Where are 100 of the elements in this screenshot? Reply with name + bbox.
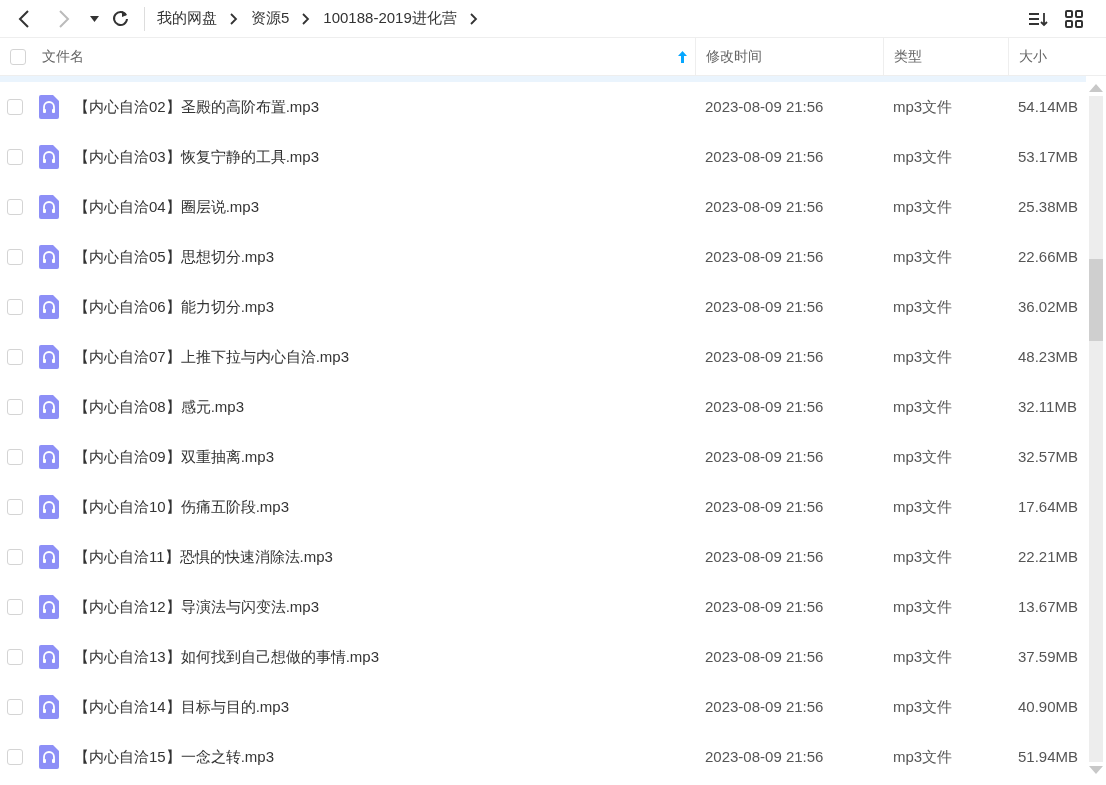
file-size: 25.38MB	[1018, 197, 1079, 215]
modified-time: 2023-08-09 21:56	[705, 297, 824, 315]
audio-file-icon	[39, 445, 59, 469]
grid-view-icon	[1065, 9, 1083, 28]
checkbox[interactable]	[7, 149, 23, 165]
file-type: mp3文件	[893, 597, 953, 615]
modified-time: 2023-08-09 21:56	[705, 497, 824, 515]
checkbox[interactable]	[10, 48, 26, 65]
modified-time: 2023-08-09 21:56	[705, 147, 824, 165]
chevron-icon	[230, 12, 238, 25]
file-type: mp3文件	[893, 547, 953, 565]
file-type: mp3文件	[893, 247, 953, 265]
file-name[interactable]: 【内心自洽10】伤痛五阶段.mp3	[74, 495, 290, 519]
scroll-down-icon[interactable]	[1089, 766, 1103, 774]
modified-time: 2023-08-09 21:56	[705, 447, 824, 465]
breadcrumb-link[interactable]: 100188-2019进化营	[319, 7, 461, 30]
checkbox[interactable]	[7, 249, 23, 265]
file-type: mp3文件	[893, 347, 953, 365]
file-name[interactable]: 【内心自洽07】上推下拉与内心自洽.mp3	[74, 345, 350, 369]
file-name[interactable]: 【内心自洽06】能力切分.mp3	[74, 295, 275, 319]
scrollbar-thumb[interactable]	[1089, 259, 1103, 341]
checkbox[interactable]	[7, 749, 23, 765]
checkbox[interactable]	[7, 699, 23, 715]
modified-time: 2023-08-09 21:56	[705, 397, 824, 415]
file-type: mp3文件	[893, 497, 953, 515]
file-size: 22.66MB	[1018, 247, 1079, 265]
file-type: mp3文件	[893, 297, 953, 315]
file-type: mp3文件	[893, 197, 953, 215]
modified-time: 2023-08-09 21:56	[705, 347, 824, 365]
audio-file-icon	[39, 145, 59, 169]
file-type: mp3文件	[893, 447, 953, 465]
audio-file-icon	[39, 595, 59, 619]
checkbox[interactable]	[7, 349, 23, 365]
modified-time: 2023-08-09 21:56	[705, 747, 824, 765]
checkbox[interactable]	[7, 199, 23, 215]
breadcrumb-link[interactable]: 资源5	[247, 7, 294, 30]
file-name[interactable]: 【内心自洽09】双重抽离.mp3	[74, 445, 275, 469]
file-name[interactable]: 【内心自洽05】思想切分.mp3	[74, 245, 275, 269]
modified-time: 2023-08-09 21:56	[705, 247, 824, 265]
file-size: 37.59MB	[1018, 647, 1079, 665]
file-size: 54.14MB	[1018, 97, 1079, 115]
file-name[interactable]: 【内心自洽08】感元.mp3	[74, 395, 245, 419]
audio-file-icon	[39, 695, 59, 719]
file-type: mp3文件	[893, 147, 953, 165]
audio-file-icon	[39, 395, 59, 419]
audio-file-icon	[39, 295, 59, 319]
file-size: 36.02MB	[1018, 297, 1079, 315]
checkbox[interactable]	[7, 299, 23, 315]
file-name[interactable]: 【内心自洽14】目标与目的.mp3	[74, 695, 290, 719]
breadcrumb-link[interactable]: 我的网盘	[153, 7, 221, 30]
file-size: 40.90MB	[1018, 697, 1079, 715]
modified-time: 2023-08-09 21:56	[705, 697, 824, 715]
file-size: 51.94MB	[1018, 747, 1079, 765]
file-type: mp3文件	[893, 397, 953, 415]
file-name[interactable]: 【内心自洽02】圣殿的高阶布置.mp3	[74, 95, 320, 119]
column-header[interactable]: 类型	[894, 46, 922, 67]
audio-file-icon	[39, 95, 59, 119]
refresh-icon	[111, 10, 129, 27]
audio-file-icon	[39, 195, 59, 219]
column-header[interactable]: 大小	[1019, 46, 1047, 67]
file-name[interactable]: 【内心自洽13】如何找到自己想做的事情.mp3	[74, 645, 380, 669]
file-name[interactable]: 【内心自洽11】恐惧的快速消除法.mp3	[74, 545, 333, 569]
file-size: 32.11MB	[1018, 397, 1077, 415]
file-type: mp3文件	[893, 697, 953, 715]
audio-file-icon	[39, 545, 59, 569]
modified-time: 2023-08-09 21:56	[705, 197, 824, 215]
file-name[interactable]: 【内心自洽03】恢复宁静的工具.mp3	[74, 145, 320, 169]
audio-file-icon	[39, 495, 59, 519]
checkbox[interactable]	[7, 549, 23, 565]
caret-icon	[89, 15, 99, 22]
checkbox[interactable]	[7, 449, 23, 465]
scroll-up-icon[interactable]	[1089, 84, 1103, 92]
audio-file-icon	[39, 645, 59, 669]
chevron-icon	[469, 12, 478, 25]
column-header[interactable]: 文件名	[42, 46, 84, 67]
audio-file-icon	[39, 345, 59, 369]
audio-file-icon	[39, 245, 59, 269]
checkbox[interactable]	[7, 499, 23, 515]
modified-time: 2023-08-09 21:56	[705, 647, 824, 665]
column-header[interactable]: 修改时间	[706, 46, 762, 67]
file-type: mp3文件	[893, 647, 953, 665]
file-name[interactable]: 【内心自洽15】一念之转.mp3	[74, 745, 275, 769]
chevron-icon	[302, 12, 311, 25]
file-name[interactable]: 【内心自洽12】导演法与闪变法.mp3	[74, 595, 320, 619]
file-size: 32.57MB	[1018, 447, 1079, 465]
checkbox[interactable]	[7, 649, 23, 665]
audio-file-icon	[39, 745, 59, 769]
checkbox[interactable]	[7, 99, 23, 115]
file-size: 53.17MB	[1018, 147, 1079, 165]
modified-time: 2023-08-09 21:56	[705, 597, 824, 615]
file-size: 13.67MB	[1018, 597, 1079, 615]
scrollbar-track[interactable]	[1089, 96, 1103, 762]
modified-time: 2023-08-09 21:56	[705, 547, 824, 565]
file-type: mp3文件	[893, 97, 953, 115]
modified-time: 2023-08-09 21:56	[705, 97, 824, 115]
checkbox[interactable]	[7, 399, 23, 415]
checkbox[interactable]	[7, 599, 23, 615]
file-size: 17.64MB	[1018, 497, 1079, 515]
file-name[interactable]: 【内心自洽04】圈层说.mp3	[74, 195, 260, 219]
sort-icon	[1028, 10, 1048, 27]
